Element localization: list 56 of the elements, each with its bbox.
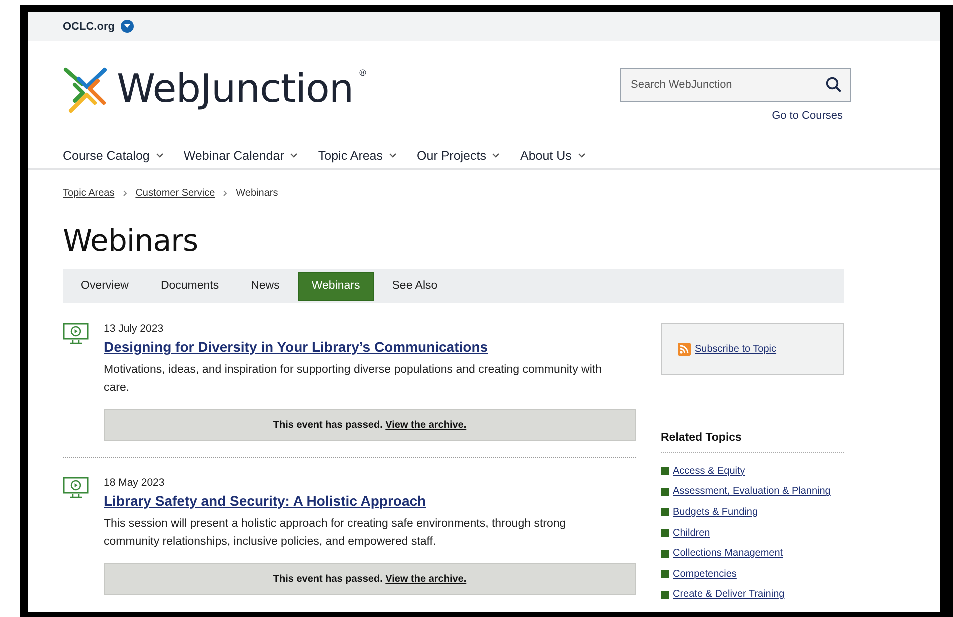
bullet-icon xyxy=(661,570,669,578)
monitor-play-icon xyxy=(63,323,89,345)
tab[interactable]: Overview xyxy=(67,272,143,300)
chevron-down-icon xyxy=(578,153,586,159)
bullet-icon xyxy=(661,488,669,496)
nav-menu-item[interactable]: Webinar Calendar xyxy=(184,149,298,163)
courses-link[interactable]: Go to Courses xyxy=(772,110,843,122)
topic-link[interactable]: Competencies xyxy=(673,568,737,580)
tab[interactable]: See Also xyxy=(378,272,452,300)
search-icon[interactable] xyxy=(826,77,842,93)
nav-menu-item[interactable]: About Us xyxy=(520,149,586,163)
topic-link[interactable]: Assessment, Evaluation & Planning xyxy=(673,486,831,498)
chevron-down-icon xyxy=(290,153,298,159)
chevron-right-icon xyxy=(223,190,228,197)
nav-menu-item[interactable]: Topic Areas xyxy=(318,149,398,163)
nav-menu-item[interactable]: Our Projects xyxy=(417,149,500,163)
webinar-title-link[interactable]: Designing for Diversity in Your Library’s Communications xyxy=(104,339,636,355)
tab[interactable]: News xyxy=(237,272,294,300)
chevron-down-icon xyxy=(389,153,398,159)
tab[interactable]: Webinars xyxy=(298,272,374,300)
webjunction-logo[interactable]: WebJunction® xyxy=(63,65,366,113)
webinar-date: 13 July 2023 xyxy=(104,323,165,335)
breadcrumb-current: Webinars xyxy=(236,188,278,199)
webinar-title-link[interactable]: Library Safety and Security: A Holistic Approach xyxy=(104,493,636,509)
rss-icon xyxy=(678,342,691,356)
topic-link[interactable]: Collections Management xyxy=(673,548,784,560)
chevron-right-icon xyxy=(122,190,128,197)
bullet-icon xyxy=(661,590,669,599)
webinar-date: 18 May 2023 xyxy=(104,477,166,489)
bullet-icon xyxy=(661,467,669,476)
topic-link[interactable]: Children xyxy=(673,528,710,539)
oclc-link[interactable]: OCLC.org xyxy=(63,20,115,32)
breadcrumb-link[interactable]: Topic Areas xyxy=(63,188,115,199)
topic-link[interactable]: Access & Equity xyxy=(673,466,746,477)
tab[interactable]: Documents xyxy=(146,272,234,300)
dropdown-icon[interactable] xyxy=(120,20,134,33)
topic-link[interactable]: Create & Deliver Training xyxy=(673,589,785,600)
breadcrumb-link[interactable]: Customer Service xyxy=(136,188,216,199)
search-field[interactable]: Search WebJunction xyxy=(620,68,851,102)
chevron-down-icon xyxy=(156,153,164,159)
page-title: Webinars xyxy=(63,224,200,260)
bullet-icon xyxy=(661,529,669,538)
monitor-play-icon xyxy=(63,477,89,499)
nav-menu-item[interactable]: Course Catalog xyxy=(63,149,164,163)
subscribe-link[interactable]: Subscribe to Topic xyxy=(678,342,777,356)
bullet-icon xyxy=(661,550,669,558)
archive-link[interactable]: View the archive. xyxy=(386,574,467,584)
archive-link[interactable]: View the archive. xyxy=(386,420,467,430)
bullet-icon xyxy=(661,508,669,516)
event-passed-text: This event has passed. xyxy=(273,420,383,430)
webinar-description: This session will present a holistic approach for creating safe environments, through strong community relationships, inclusive policies, and empowered staff. xyxy=(104,517,568,550)
chevron-down-icon xyxy=(492,153,500,159)
topic-link[interactable]: Budgets & Funding xyxy=(673,506,758,518)
webinar-description: Motivations, ideas, and inspiration for supporting diverse populations and creating community with care. xyxy=(104,363,603,396)
related-topics-heading: Related Topics xyxy=(661,432,844,453)
event-passed-text: This event has passed. xyxy=(273,574,383,584)
